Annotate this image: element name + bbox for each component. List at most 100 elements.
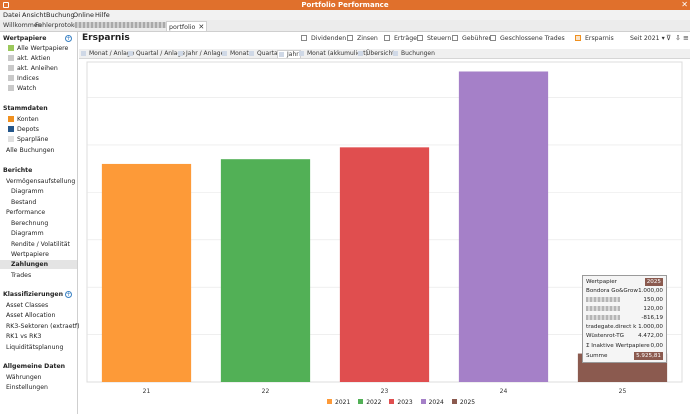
add-taxonomy-icon[interactable]: + bbox=[65, 291, 72, 298]
sidebar-item-depots[interactable]: Depots bbox=[0, 125, 77, 134]
menu-ansicht[interactable]: Ansicht bbox=[22, 11, 46, 19]
checkbox[interactable] bbox=[452, 35, 458, 41]
checkbox[interactable] bbox=[301, 35, 307, 41]
sidebar-item-liquiditaetsplanung[interactable]: Liquiditätsplanung bbox=[0, 343, 77, 352]
legend-item-2025[interactable]: 2025 bbox=[451, 399, 475, 406]
list-icon bbox=[8, 65, 14, 71]
filter-gebuehren[interactable]: Gebühren bbox=[452, 35, 493, 42]
checkbox[interactable] bbox=[575, 35, 581, 41]
window-title: Portfolio Performance bbox=[301, 1, 389, 9]
sidebar-item-asset-allocation[interactable]: Asset Allocation bbox=[0, 311, 77, 320]
filter-steuern[interactable]: Steuern bbox=[417, 35, 451, 42]
export-icon[interactable]: ⇩ bbox=[675, 34, 681, 42]
checkbox[interactable] bbox=[347, 35, 353, 41]
sidebar-item-vermoegensaufstellung[interactable]: Vermögensaufstellung bbox=[0, 177, 77, 186]
tooltip-row: tradegate.direct k 1.000,00 bbox=[586, 323, 663, 331]
tooltip-row: 150,00 bbox=[586, 296, 663, 304]
sidebar-item-waehrungen[interactable]: Währungen bbox=[0, 373, 77, 382]
checkbox[interactable] bbox=[490, 35, 496, 41]
editor-tab-bar: Willkommen Fehlerprotokoll portfolio ✕ bbox=[0, 20, 690, 32]
checkbox[interactable] bbox=[384, 35, 390, 41]
sidebar-item-berechnung[interactable]: Berechnung bbox=[0, 219, 77, 228]
sidebar-item-performance[interactable]: Performance bbox=[0, 208, 77, 217]
subtab-quartal[interactable]: Quartal bbox=[249, 50, 279, 57]
sidebar-item-diagramm-performance[interactable]: Diagramm bbox=[0, 229, 77, 238]
menu-buchung[interactable]: Buchung bbox=[46, 11, 75, 19]
chart-icon bbox=[81, 51, 86, 56]
subtab-jahr[interactable]: Jahr bbox=[277, 50, 301, 58]
x-tick-label: 21 bbox=[143, 388, 151, 395]
tooltip-row: Σ Inaktive Wertpapiere 0,00 bbox=[586, 342, 663, 350]
x-tick-label: 23 bbox=[381, 388, 389, 395]
tab-portfolio[interactable]: portfolio ✕ bbox=[166, 21, 208, 31]
subtab-monat-anlage[interactable]: Monat / Anlage bbox=[81, 50, 134, 57]
filter-label: Geschlossene Trades bbox=[500, 35, 565, 42]
legend-swatch bbox=[389, 399, 395, 404]
legend-item-2023[interactable]: 2023 bbox=[389, 399, 413, 406]
filter-label: Ersparnis bbox=[585, 35, 614, 42]
sidebar-item-indices[interactable]: Indices bbox=[0, 74, 77, 83]
account-icon bbox=[8, 116, 14, 122]
add-watchlist-icon[interactable]: + bbox=[65, 35, 72, 42]
sidebar-item-watch[interactable]: Watch bbox=[0, 84, 77, 93]
main-content: Ersparnis Dividenden Zinsen Erträge Steu… bbox=[79, 32, 690, 414]
period-dropdown[interactable]: Seit 2021 ▾ bbox=[630, 35, 665, 42]
sidebar-item-alle-wertpapiere[interactable]: Alle Wertpapiere bbox=[0, 44, 77, 53]
table-icon bbox=[358, 51, 363, 56]
window-close-icon[interactable]: ✕ bbox=[681, 0, 688, 9]
sidebar-item-trades[interactable]: Trades bbox=[0, 271, 77, 280]
sidebar-item-sparplaene[interactable]: Sparpläne bbox=[0, 135, 77, 144]
sidebar-item-rk1-vs-rk3[interactable]: RK1 vs RK3 bbox=[0, 332, 77, 341]
sidebar-item-akt-aktien[interactable]: akt. Aktien bbox=[0, 54, 77, 63]
sidebar-item-akt-anleihen[interactable]: akt. Anleihen bbox=[0, 64, 77, 73]
sidebar-item-rk3-sektoren[interactable]: RK3-Sektoren (extraetf) bbox=[0, 322, 80, 331]
bar-2022[interactable] bbox=[220, 159, 311, 382]
legend-item-2024[interactable]: 2024 bbox=[420, 399, 444, 406]
tooltip-row: Bondora Go&Grow 1.000,00 bbox=[586, 287, 663, 295]
sidebar-item-label: Konten bbox=[17, 116, 39, 123]
menu-hilfe[interactable]: Hilfe bbox=[95, 11, 110, 19]
bar-2021[interactable] bbox=[101, 163, 192, 382]
filter-label: Gebühren bbox=[462, 35, 493, 42]
page-title: Ersparnis bbox=[82, 33, 130, 43]
menu-datei[interactable]: Datei bbox=[3, 11, 20, 19]
sidebar-item-asset-classes[interactable]: Asset Classes bbox=[0, 301, 77, 310]
subtab-jahr-anlage[interactable]: Jahr / Anlage bbox=[178, 50, 224, 57]
sidebar-item-zahlungen[interactable]: Zahlungen bbox=[0, 260, 77, 269]
checkbox[interactable] bbox=[417, 35, 423, 41]
tooltip-row-value: 1.000,00 bbox=[638, 324, 663, 330]
bar-2024[interactable] bbox=[458, 71, 549, 383]
sidebar-item-label: Indices bbox=[17, 75, 39, 82]
line-chart-icon bbox=[299, 51, 304, 56]
sidebar-item-diagramm[interactable]: Diagramm bbox=[0, 187, 77, 196]
filter-ersparnis[interactable]: Ersparnis bbox=[575, 35, 614, 42]
filter-ertraege[interactable]: Erträge bbox=[384, 35, 417, 42]
sidebar-item-einstellungen[interactable]: Einstellungen bbox=[0, 383, 77, 392]
sidebar-item-rendite-volatilitaet[interactable]: Rendite / Volatilität bbox=[0, 240, 77, 249]
subtab-buchungen[interactable]: Buchungen bbox=[393, 50, 435, 57]
sidebar-item-wertpapiere[interactable]: Wertpapiere bbox=[0, 250, 77, 259]
tooltip-row-value: 150,00 bbox=[643, 297, 663, 303]
sidebar-item-konten[interactable]: Konten bbox=[0, 115, 77, 124]
menu-icon[interactable]: ≡ bbox=[683, 34, 689, 42]
filter-zinsen[interactable]: Zinsen bbox=[347, 35, 378, 42]
subtab-uebersicht[interactable]: Übersicht bbox=[358, 50, 395, 57]
redacted-label bbox=[586, 297, 620, 302]
bar-2023[interactable] bbox=[339, 147, 430, 382]
title-bar: Portfolio Performance ✕ bbox=[0, 0, 690, 10]
legend-item-2022[interactable]: 2022 bbox=[358, 399, 381, 406]
sidebar-item-alle-buchungen[interactable]: Alle Buchungen bbox=[0, 146, 77, 155]
subtab-monat[interactable]: Monat bbox=[222, 50, 249, 57]
filter-geschlossene-trades[interactable]: Geschlossene Trades bbox=[490, 35, 565, 42]
sidebar-item-bestand[interactable]: Bestand bbox=[0, 198, 77, 207]
chevron-down-icon: ▾ bbox=[661, 35, 665, 42]
chart-legend: 2021 2022 2023 2024 2025 bbox=[327, 399, 481, 406]
subtab-quartal-anlage[interactable]: Quartal / Anlage bbox=[128, 50, 185, 57]
legend-swatch bbox=[451, 399, 457, 404]
filter-label: Zinsen bbox=[357, 35, 378, 42]
tab-close-icon[interactable]: ✕ bbox=[198, 23, 204, 31]
legend-item-2021[interactable]: 2021 bbox=[327, 399, 350, 406]
filter-dividenden[interactable]: Dividenden bbox=[301, 35, 346, 42]
menu-online[interactable]: Online bbox=[73, 11, 94, 19]
filter-icon[interactable]: ⊽ bbox=[666, 34, 671, 42]
